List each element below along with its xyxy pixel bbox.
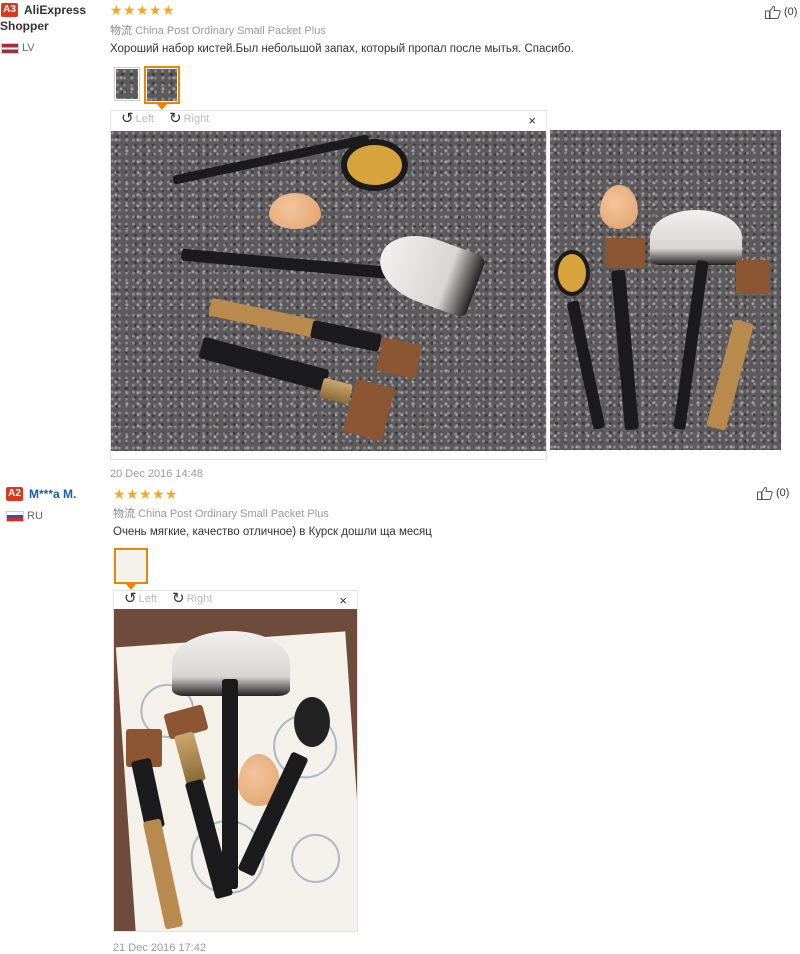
rotate-left-icon: ↺ [124, 590, 137, 607]
rotate-right-button[interactable]: ↻ Right [172, 590, 213, 607]
star-icon: ★ [139, 486, 152, 502]
shipping-label: 物流 [113, 508, 135, 520]
brush-handle [309, 319, 383, 353]
oval-brush-head [341, 139, 408, 191]
flag-lv-icon [1, 43, 19, 54]
photo-thumbnails [114, 548, 148, 590]
review-photo [114, 609, 357, 931]
review-item: A2 M***a M. RU ★★★★★ 物流 China Post Ordin… [0, 484, 800, 954]
brush-handle [611, 269, 639, 431]
image-viewer: ↺ Left ↻ Right × [110, 110, 547, 460]
brush-handle [673, 259, 709, 431]
shipping-info: 物流 China Post Ordinary Small Packet Plus [110, 22, 326, 38]
rotate-left-button[interactable]: ↺ Left [121, 110, 154, 127]
star-icon: ★ [149, 2, 162, 18]
brush-handle [198, 336, 330, 392]
photo-thumbnail-active[interactable] [144, 66, 180, 110]
beauty-sponge [600, 185, 638, 229]
photo-thumbnails [114, 66, 180, 110]
user-name[interactable]: AliExpress Shopper [0, 2, 100, 34]
brush-handle [180, 248, 397, 280]
shipping-info: 物流 China Post Ordinary Small Packet Plus [113, 505, 329, 521]
star-rating: ★★★★★ [113, 486, 178, 504]
review-item: A3 AliExpress Shopper LV ★★★★★ 物流 China … [0, 0, 800, 484]
review-photo [111, 131, 546, 451]
shipping-label: 物流 [110, 25, 132, 37]
rotate-left-icon: ↺ [121, 110, 134, 127]
flag-ru-icon [6, 511, 24, 522]
user-name[interactable]: M***a M. [29, 486, 76, 502]
shipping-method: China Post Ordinary Small Packet Plus [138, 508, 329, 520]
like-count: (0) [784, 6, 798, 18]
close-icon[interactable]: × [339, 593, 347, 608]
thumbnail-image [117, 551, 145, 581]
shipping-method: China Post Ordinary Small Packet Plus [135, 25, 326, 37]
review-text: Хороший набор кистей.Был небольшой запах… [110, 43, 574, 55]
review-photo-2[interactable] [550, 130, 781, 450]
brush-head [605, 238, 645, 268]
brush-handle [222, 679, 238, 889]
brush-handle [706, 319, 754, 431]
close-icon[interactable]: × [528, 113, 536, 128]
star-icon: ★ [152, 486, 165, 502]
country-code: RU [27, 510, 43, 522]
rotate-right-button[interactable]: ↻ Right [169, 110, 210, 127]
brush-handle [172, 134, 370, 185]
oval-brush-head [294, 697, 330, 747]
viewer-toolbar: ↺ Left ↻ Right × [114, 591, 357, 609]
thumbs-up-icon [765, 5, 781, 19]
like-count: (0) [776, 487, 790, 499]
star-rating: ★★★★★ [110, 2, 175, 20]
fan-brush-head [370, 223, 487, 319]
thumbnail-image [147, 69, 177, 101]
star-icon: ★ [110, 2, 123, 18]
brush-handle [566, 300, 606, 430]
star-icon: ★ [113, 486, 126, 502]
country-code: LV [22, 42, 35, 54]
like-button[interactable]: (0) [757, 486, 789, 500]
review-date: 21 Dec 2016 17:42 [113, 942, 206, 954]
rotate-left-label: Left [135, 113, 154, 125]
photo-thumbnail[interactable] [114, 67, 140, 101]
photo-thumbnail-active[interactable] [114, 548, 148, 590]
rotate-left-button[interactable]: ↺ Left [124, 590, 157, 607]
brush-handle [208, 297, 320, 339]
user-level-badge: A2 [6, 487, 23, 501]
review-date: 20 Dec 2016 14:48 [110, 468, 203, 480]
star-icon: ★ [162, 2, 175, 18]
doodle [289, 832, 342, 885]
oval-brush-head [554, 250, 590, 296]
beauty-sponge [269, 193, 321, 229]
rotate-right-label: Right [186, 593, 213, 605]
star-icon: ★ [126, 486, 139, 502]
brush-head [375, 337, 423, 379]
star-icon: ★ [165, 486, 178, 502]
star-icon: ★ [136, 2, 149, 18]
rotate-right-icon: ↻ [169, 110, 182, 127]
like-button[interactable]: (0) [765, 5, 797, 19]
rotate-right-icon: ↻ [172, 590, 185, 607]
image-viewer: ↺ Left ↻ Right × [113, 590, 358, 932]
brush-head [736, 260, 770, 294]
thumbs-up-icon [757, 486, 773, 500]
fan-brush-head [650, 210, 742, 265]
thumbnail-image [116, 69, 138, 99]
star-icon: ★ [123, 2, 136, 18]
rotate-right-label: Right [183, 113, 210, 125]
rotate-left-label: Left [138, 593, 157, 605]
viewer-toolbar: ↺ Left ↻ Right × [111, 111, 546, 129]
brush-ferrule [318, 377, 354, 405]
review-text: Очень мягкие, качество отличное) в Курск… [113, 526, 432, 538]
